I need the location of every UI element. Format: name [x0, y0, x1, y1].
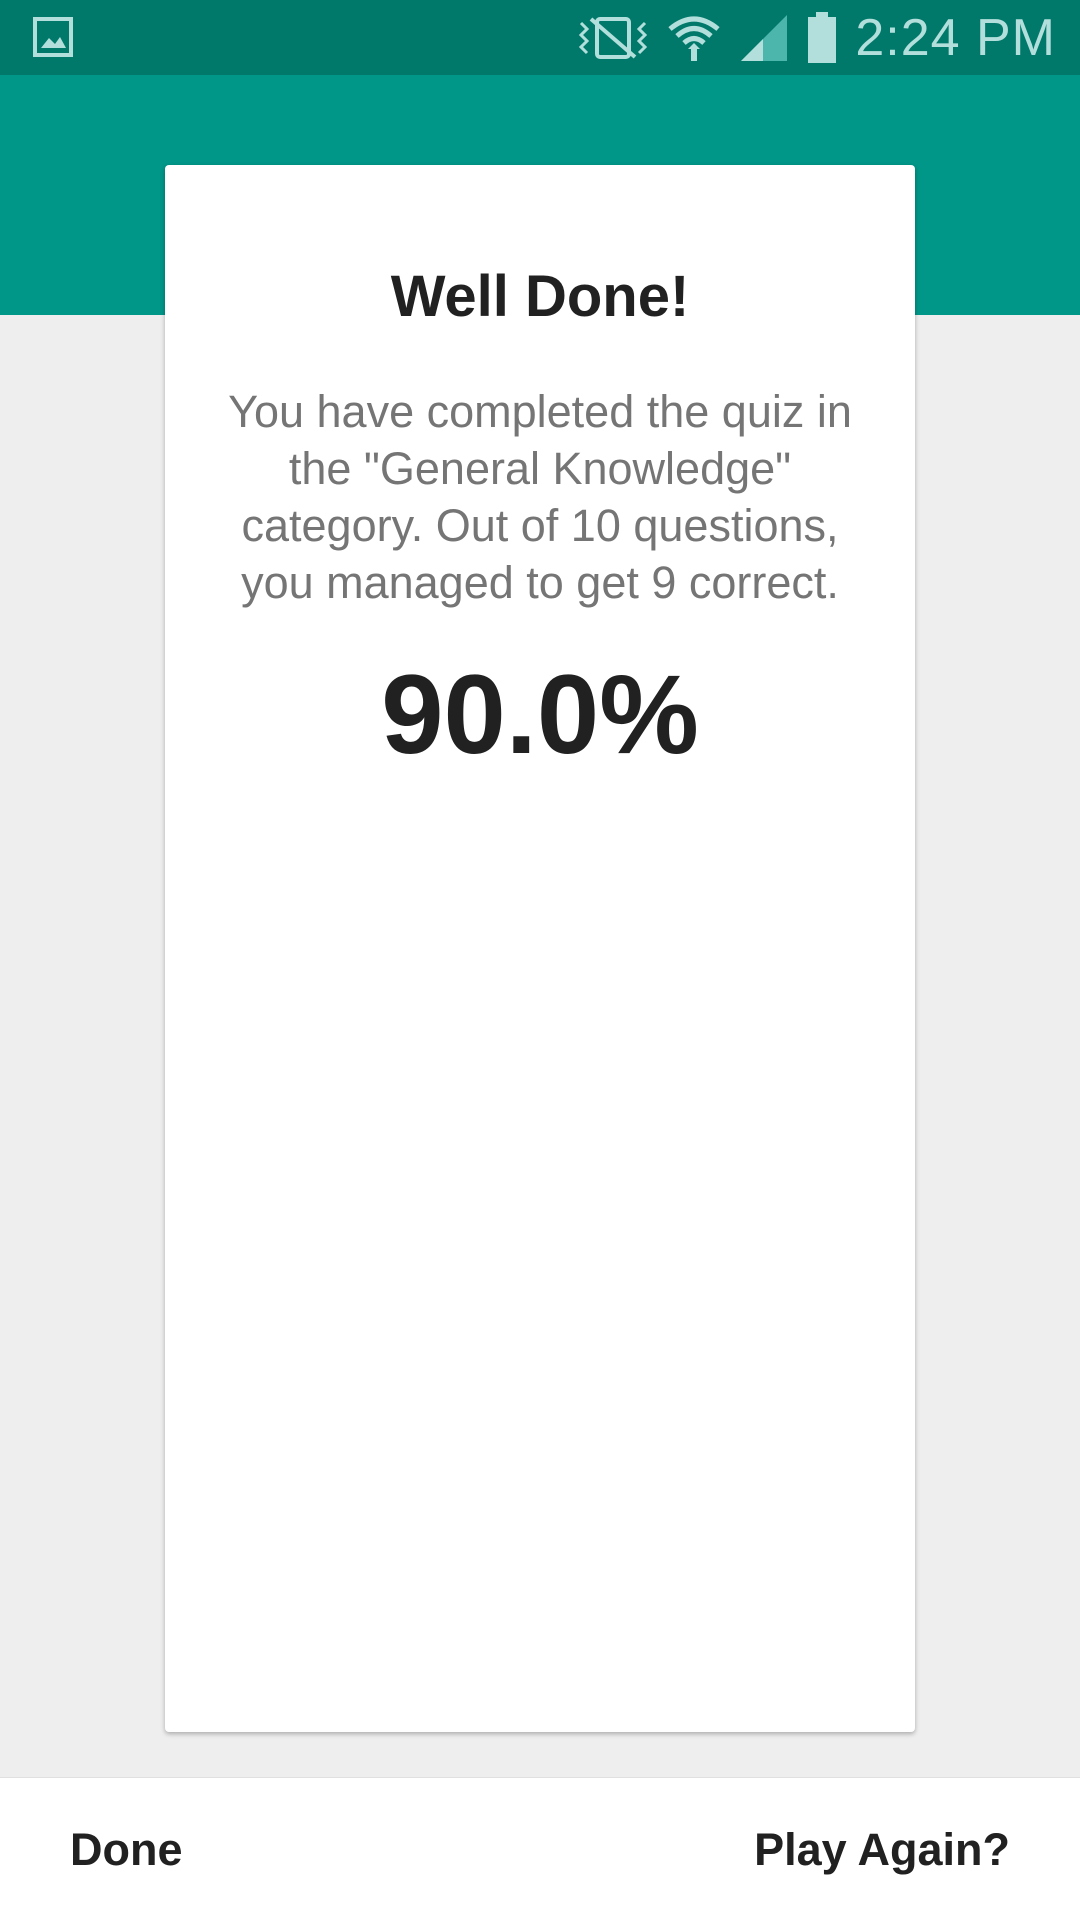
- bottom-action-bar: Done Play Again?: [0, 1777, 1080, 1920]
- result-message: You have completed the quiz in the "Gene…: [228, 385, 852, 608]
- battery-icon: [807, 11, 837, 64]
- gallery-notification-icon: [32, 16, 74, 58]
- quiz-result-screen: 2:24 PM Well Done! You have completed th…: [0, 0, 1080, 1920]
- vibrate-icon: [577, 13, 649, 63]
- play-again-button[interactable]: Play Again?: [754, 1778, 1010, 1920]
- wifi-icon: [667, 11, 721, 65]
- result-title: Well Done!: [390, 264, 690, 329]
- status-bar: 2:24 PM: [0, 0, 1080, 75]
- score-percentage: 90.0%: [381, 651, 699, 777]
- status-time: 2:24 PM: [855, 8, 1056, 67]
- signal-icon: [739, 13, 789, 63]
- done-button[interactable]: Done: [70, 1778, 183, 1920]
- status-icons: 2:24 PM: [577, 0, 1056, 75]
- result-card: Well Done! You have completed the quiz i…: [165, 165, 915, 1732]
